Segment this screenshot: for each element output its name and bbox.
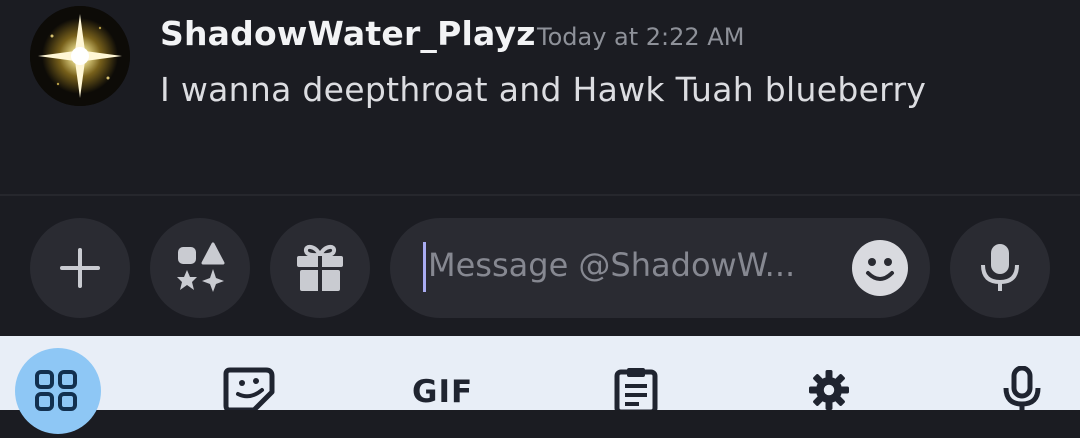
voice-message-button[interactable] — [950, 218, 1050, 318]
apps-grid-icon — [35, 370, 77, 411]
gift-icon — [297, 244, 343, 291]
plus-icon — [60, 248, 100, 288]
sticker-icon[interactable] — [222, 366, 278, 410]
message-input[interactable]: Message @ShadowW... — [390, 218, 930, 318]
settings-gear-icon[interactable] — [806, 370, 852, 410]
message-timestamp: Today at 2:22 AM — [537, 23, 745, 51]
message-input-placeholder: Message @ShadowW... — [428, 246, 796, 284]
avatar-sparkle-image — [30, 6, 130, 106]
keyboard-microphone-icon[interactable] — [1000, 366, 1044, 410]
add-attachment-button[interactable] — [30, 218, 130, 318]
message-author[interactable]: ShadowWater_Playz — [160, 14, 536, 53]
message-list: ShadowWater_Playz Today at 2:22 AM I wan… — [0, 0, 1080, 196]
gif-button[interactable]: GIF — [412, 374, 473, 410]
message-text: I wanna deepthroat and Hawk Tuah blueber… — [160, 70, 927, 109]
clipboard-icon[interactable] — [612, 366, 660, 410]
keyboard-toolbar: GIF — [0, 336, 1080, 434]
keyboard-apps-button[interactable] — [15, 348, 101, 434]
microphone-icon — [981, 244, 1019, 291]
apps-icon — [177, 242, 225, 292]
message-composer: Message @ShadowW... — [0, 196, 1080, 336]
text-cursor — [423, 242, 426, 292]
emoji-button[interactable] — [852, 240, 908, 296]
apps-button[interactable] — [150, 218, 250, 318]
avatar[interactable] — [30, 6, 130, 106]
smiley-icon — [866, 258, 894, 281]
gift-button[interactable] — [270, 218, 370, 318]
